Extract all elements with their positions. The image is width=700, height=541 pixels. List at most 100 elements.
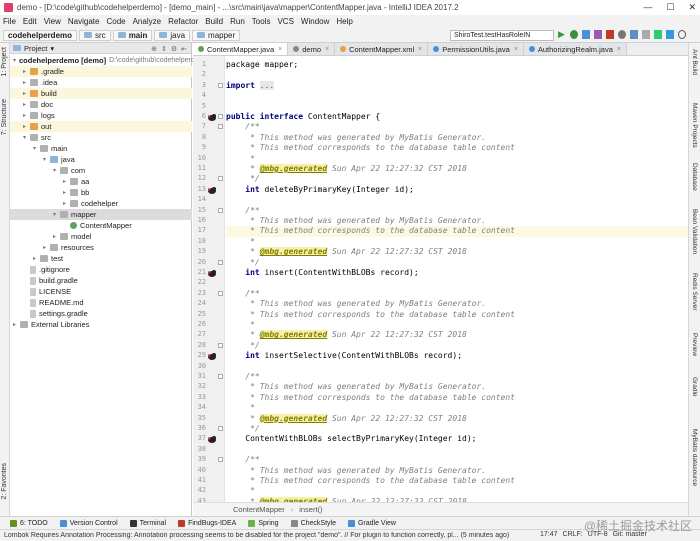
chevron-right-icon[interactable]: ▸	[23, 79, 30, 86]
tree-item-settings-gradle[interactable]: settings.gradle	[10, 308, 192, 319]
right-tool-tab-mybatis-datasource[interactable]: MyBatis datasource	[691, 429, 698, 486]
close-tab-icon[interactable]: ×	[325, 46, 329, 53]
mybatis-bird-icon[interactable]	[207, 186, 217, 194]
nav-crumb-java[interactable]: java	[154, 29, 191, 41]
chevron-down-icon[interactable]: ▾	[23, 134, 30, 141]
tab-authorizingrealm-java[interactable]: AuthorizingRealm.java ×	[523, 43, 627, 55]
right-tool-tab-maven-projects[interactable]: Maven Projects	[691, 103, 698, 148]
menu-build[interactable]: Build	[205, 17, 223, 26]
close-tab-icon[interactable]: ×	[418, 46, 422, 53]
tree-item-resources[interactable]: ▸ resources	[10, 242, 192, 253]
menu-run[interactable]: Run	[230, 17, 245, 26]
settings-gear-icon[interactable]: ⚙	[171, 45, 177, 53]
nav-crumb-main[interactable]: main	[112, 29, 153, 41]
fold-marker-icon[interactable]	[218, 124, 223, 130]
structure-tool-tab[interactable]: 7: Structure	[1, 99, 8, 135]
chevron-down-icon[interactable]: ▾	[53, 167, 60, 174]
tree-item--gradle[interactable]: ▸ .gradle	[10, 66, 192, 77]
chevron-right-icon[interactable]: ▸	[33, 255, 40, 262]
tool-window-checkstyle[interactable]: CheckStyle	[290, 519, 336, 527]
fold-marker-icon[interactable]	[218, 342, 223, 348]
fold-marker-icon[interactable]	[218, 426, 223, 431]
chevron-right-icon[interactable]: ▸	[23, 112, 30, 119]
tool-window-spring[interactable]: Spring	[248, 519, 279, 527]
chevron-right-icon[interactable]: ▸	[63, 200, 70, 207]
favorites-tool-tab[interactable]: 2: Favorites	[1, 463, 8, 500]
menu-refactor[interactable]: Refactor	[168, 17, 198, 26]
minimize-button[interactable]: —	[643, 2, 652, 13]
tree-item-codehelper[interactable]: ▸ codehelper	[10, 198, 192, 209]
tab-contentmapper-java[interactable]: ContentMapper.java ×	[193, 43, 289, 55]
sync-icon[interactable]	[618, 30, 626, 39]
project-structure-icon[interactable]	[630, 30, 638, 39]
tree-item-main[interactable]: ▾ main	[10, 143, 192, 154]
tree-item--idea[interactable]: ▸ .idea	[10, 77, 192, 88]
nav-crumb-mapper[interactable]: mapper	[192, 29, 241, 41]
editor-crumb-class[interactable]: ContentMapper	[233, 505, 285, 514]
run-configuration-select[interactable]: ShiroTest.testHasRoleIN	[450, 30, 554, 41]
menu-analyze[interactable]: Analyze	[133, 17, 161, 26]
debug-icon[interactable]	[570, 30, 578, 39]
fold-marker-icon[interactable]	[218, 114, 223, 119]
chevron-right-icon[interactable]: ▸	[23, 68, 30, 75]
fold-marker-icon[interactable]	[218, 290, 223, 296]
maximize-button[interactable]: ☐	[666, 2, 674, 13]
menu-tools[interactable]: Tools	[252, 17, 271, 26]
close-button[interactable]: ✕	[688, 2, 696, 13]
sdk-icon[interactable]	[642, 30, 650, 39]
tree-item-out[interactable]: ▸ out	[10, 121, 192, 132]
tool-window-6-todo[interactable]: 6: TODO	[10, 519, 48, 527]
fold-marker-icon[interactable]	[218, 82, 223, 88]
chevron-right-icon[interactable]: ▸	[63, 189, 70, 196]
close-tab-icon[interactable]: ×	[617, 46, 621, 53]
tree-item-readme-md[interactable]: README.md	[10, 297, 192, 308]
tool-window-terminal[interactable]: Terminal	[129, 519, 166, 527]
plugin-icon[interactable]	[654, 30, 662, 39]
chevron-right-icon[interactable]: ▸	[23, 101, 30, 108]
tab-permissionutils-java[interactable]: PermissionUtils.java ×	[428, 43, 524, 55]
profile-icon[interactable]	[594, 30, 602, 39]
code-editor[interactable]: package mapper; import ... public interfac…	[226, 56, 688, 502]
search-everywhere-icon[interactable]	[678, 30, 686, 39]
mybatis-bird-icon[interactable]	[207, 435, 217, 444]
right-tool-tab-gradle[interactable]: Gradle	[691, 377, 698, 397]
chevron-down-icon[interactable]: ▾	[53, 211, 60, 218]
menu-help[interactable]: Help	[336, 17, 352, 26]
menu-code[interactable]: Code	[106, 17, 125, 26]
tree-item-build-gradle[interactable]: build.gradle	[10, 275, 192, 286]
tree-item-doc[interactable]: ▸ doc	[10, 99, 192, 110]
project-tool-tab[interactable]: 1: Project	[1, 47, 8, 77]
chevron-down-icon[interactable]: ▾	[13, 57, 16, 64]
menu-view[interactable]: View	[44, 17, 61, 26]
nav-crumb-codehelperdemo[interactable]: codehelperdemo	[3, 29, 78, 41]
menu-window[interactable]: Window	[301, 17, 329, 26]
tree-item-model[interactable]: ▸ model	[10, 231, 192, 242]
tree-item-bb[interactable]: ▸ bb	[10, 187, 192, 198]
chevron-right-icon[interactable]: ▸	[13, 321, 20, 328]
coverage-icon[interactable]	[582, 30, 590, 39]
tree-item-java[interactable]: ▾ java	[10, 154, 192, 165]
mybatis-bird-icon[interactable]	[207, 352, 217, 361]
collapse-all-icon[interactable]: ⇕	[161, 45, 167, 53]
fold-marker-icon[interactable]	[218, 259, 223, 265]
right-tool-tab-database[interactable]: Database	[691, 163, 698, 191]
menu-vcs[interactable]: VCS	[277, 17, 293, 26]
tree-item-build[interactable]: ▸ build	[10, 88, 192, 99]
tree-item-codehelperdemo-demo-[interactable]: ▾ codehelperdemo [demo] D:\code\github\cod…	[10, 55, 208, 66]
project-view-select[interactable]: Project	[24, 44, 47, 53]
menu-navigate[interactable]: Navigate	[68, 17, 100, 26]
tree-item-contentmapper[interactable]: ContentMapper	[10, 220, 192, 231]
fold-marker-icon[interactable]	[218, 176, 223, 182]
chevron-right-icon[interactable]: ▸	[23, 123, 30, 130]
close-tab-icon[interactable]: ×	[278, 46, 282, 53]
tool-window-findbugs-idea[interactable]: FindBugs-IDEA	[178, 519, 236, 527]
editor-crumb-method[interactable]: insert()	[299, 505, 322, 514]
tree-item-logs[interactable]: ▸ logs	[10, 110, 192, 121]
fold-marker-icon[interactable]	[218, 374, 223, 379]
chevron-down-icon[interactable]: ▾	[50, 44, 54, 53]
tree-item-aa[interactable]: ▸ aa	[10, 176, 192, 187]
chevron-right-icon[interactable]: ▸	[53, 233, 60, 240]
mybatis-bird-icon[interactable]	[207, 269, 217, 277]
nav-crumb-src[interactable]: src	[79, 29, 111, 41]
tree-item-com[interactable]: ▾ com	[10, 165, 192, 176]
